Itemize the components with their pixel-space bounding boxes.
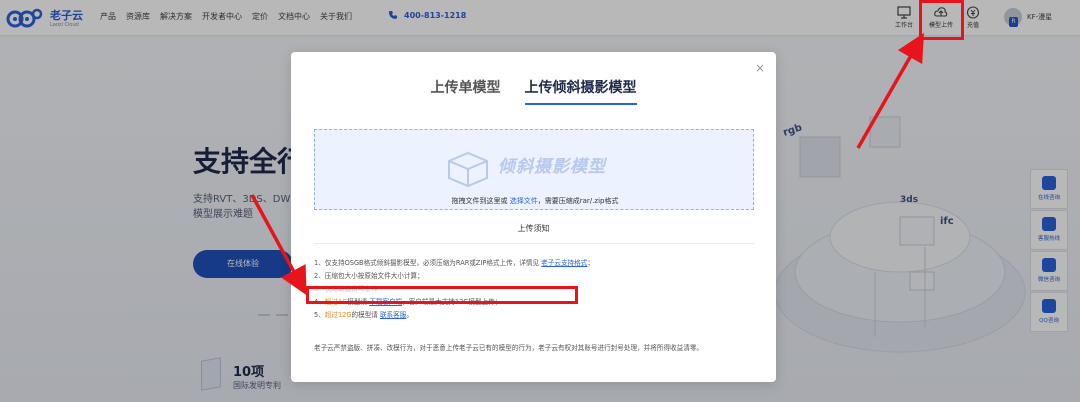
rule-highlight: 超过12G bbox=[324, 311, 352, 319]
rule-text: 5、 bbox=[314, 311, 325, 319]
rule-item: 1、仅支持OSGB格式倾斜摄影模型，必须压缩为RAR或ZIP格式上传，详情见 老… bbox=[314, 257, 754, 270]
dropzone-hint-text: ，需要压缩成rar/.zip格式 bbox=[537, 197, 619, 205]
upload-highlight-box bbox=[919, 0, 964, 40]
rule-highlight-box bbox=[306, 286, 578, 304]
model-box-icon bbox=[448, 151, 488, 188]
select-file-link[interactable]: 选择文件 bbox=[510, 197, 538, 205]
tab-oblique-photography[interactable]: 上传倾斜摄影模型 bbox=[524, 77, 637, 105]
rule-text: ； bbox=[587, 259, 594, 267]
rule-text: 1、仅支持OSGB格式倾斜摄影模型，必须压缩为RAR或ZIP格式上传，详情见 bbox=[314, 259, 542, 267]
dropzone-hint: 拖拽文件到这里或 选择文件，需要压缩成rar/.zip格式 bbox=[315, 196, 755, 206]
divider bbox=[314, 243, 754, 244]
dropzone-watermark: 倾斜摄影模型 bbox=[498, 157, 606, 177]
rule-item: 5、超过12G的模型请 联系客服。 bbox=[314, 309, 754, 322]
tab-single-model[interactable]: 上传单模型 bbox=[431, 77, 501, 105]
format-label-ifc: ifc bbox=[940, 216, 954, 227]
notice-title: 上传须知 bbox=[517, 224, 550, 233]
dropzone-hint-text: 拖拽文件到这里或 bbox=[451, 197, 510, 205]
upload-tabs: 上传单模型 上传倾斜摄影模型 bbox=[291, 77, 776, 105]
rule-text: 2、压缩包大小按原始文件大小计算； bbox=[314, 272, 424, 280]
rule-item: 2、压缩包大小按原始文件大小计算； bbox=[314, 270, 754, 283]
upload-modal: × 上传单模型 上传倾斜摄影模型 倾斜摄影模型 拖拽文件到这里或 选择文件，需要… bbox=[291, 52, 776, 382]
close-icon[interactable]: × bbox=[753, 61, 767, 75]
rule-text: 的模型请 bbox=[351, 311, 380, 319]
copyright-notice: 老子云严禁盗版、拼凑、改模行为，对于恶意上传老子云已有的模型的行为，老子云有权对… bbox=[314, 344, 704, 352]
format-label-3ds: 3ds bbox=[900, 195, 919, 205]
contact-support-link[interactable]: 联系客服 bbox=[380, 311, 406, 319]
supported-formats-link[interactable]: 老子云支持格式 bbox=[541, 259, 587, 267]
rule-text: 。 bbox=[406, 311, 413, 319]
file-dropzone[interactable]: 倾斜摄影模型 拖拽文件到这里或 选择文件，需要压缩成rar/.zip格式 bbox=[314, 129, 754, 210]
